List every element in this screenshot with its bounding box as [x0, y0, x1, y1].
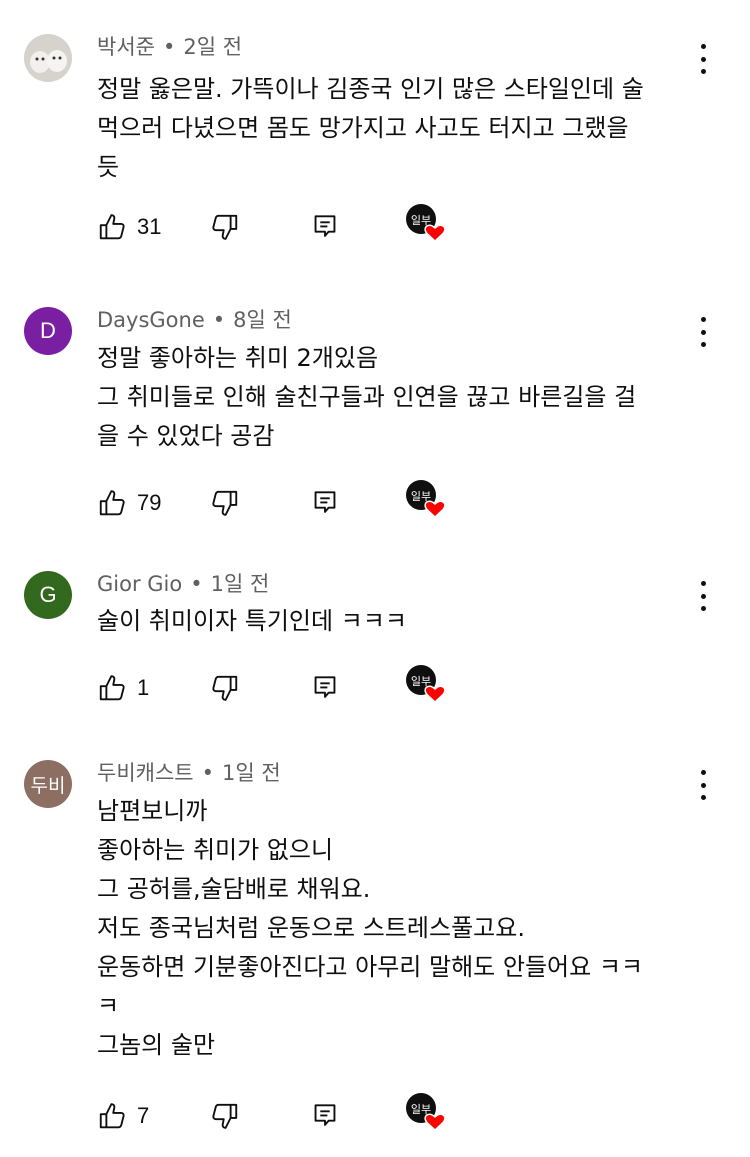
- separator: •: [201, 761, 214, 785]
- timestamp[interactable]: 8일 전: [233, 308, 292, 332]
- reply-button[interactable]: [312, 209, 338, 245]
- like-count: 31: [137, 214, 162, 239]
- reply-icon: [314, 1104, 336, 1126]
- heart-icon: [424, 685, 446, 704]
- thumbs-down-icon: [212, 214, 238, 240]
- reply-button[interactable]: [312, 485, 338, 521]
- author-name[interactable]: DaysGone: [97, 308, 205, 332]
- timestamp[interactable]: 1일 전: [222, 761, 281, 785]
- timestamp[interactable]: 1일 전: [211, 572, 270, 596]
- timestamp[interactable]: 2일 전: [183, 35, 242, 59]
- comment-actions: 1 일부: [97, 665, 457, 706]
- dislike-button[interactable]: [210, 209, 240, 245]
- like-count: 7: [137, 1103, 150, 1128]
- comment-text: 술이 취미이자 특기인데 ㅋㅋㅋ: [97, 607, 407, 635]
- thumbs-up-icon: [99, 490, 125, 516]
- more-vert-icon[interactable]: [690, 317, 716, 347]
- creator-heart-badge: 일부: [405, 204, 447, 243]
- like-button[interactable]: 31: [97, 209, 161, 245]
- avatar-letter: D: [40, 318, 56, 343]
- like-button[interactable]: 7: [97, 1098, 149, 1134]
- comment-actions: 31 일부: [97, 204, 457, 245]
- comment-meta: DaysGone • 8일 전: [97, 305, 292, 335]
- creator-heart-badge: 일부: [405, 665, 447, 704]
- separator: •: [162, 35, 176, 59]
- creator-heart-badge: 일부: [405, 1093, 447, 1132]
- thumbs-up-icon: [99, 214, 125, 240]
- thumbs-up-icon: [99, 1103, 125, 1129]
- separator: •: [190, 572, 203, 596]
- heart-icon: [424, 500, 446, 519]
- heart-icon: [424, 1113, 446, 1132]
- comment-meta: Gior Gio • 1일 전: [97, 569, 269, 599]
- like-button[interactable]: 1: [97, 670, 149, 706]
- separator: •: [212, 308, 226, 332]
- comment-text: 정말 좋아하는 취미 2개있음 그 취미들로 인해 술친구들과 인연을 끊고 바…: [97, 344, 637, 450]
- comment-actions: 7 일부: [97, 1093, 457, 1134]
- comment-meta: 두비캐스트 • 1일 전: [97, 758, 281, 788]
- more-vert-icon[interactable]: [690, 581, 716, 611]
- creator-heart-badge: 일부: [405, 480, 447, 519]
- avatar[interactable]: 두비: [24, 760, 72, 808]
- like-count: 79: [137, 490, 162, 515]
- author-name[interactable]: Gior Gio: [97, 572, 182, 596]
- avatar-photo: [24, 34, 72, 82]
- thumbs-down-icon: [212, 490, 238, 516]
- avatar-letter: G: [39, 582, 57, 607]
- thumbs-up-icon: [99, 675, 125, 701]
- thumbs-down-icon: [212, 675, 238, 701]
- thumbs-down-icon: [212, 1103, 238, 1129]
- comment-text: 정말 옳은말. 가뜩이나 김종국 인기 많은 스타일인데 술 먹으러 다녔으면 …: [97, 75, 644, 181]
- avatar[interactable]: [24, 34, 72, 82]
- dislike-button[interactable]: [210, 670, 240, 706]
- reply-button[interactable]: [312, 1098, 338, 1134]
- author-name[interactable]: 박서준: [97, 35, 155, 59]
- reply-icon: [314, 491, 336, 513]
- author-name[interactable]: 두비캐스트: [97, 761, 194, 785]
- comment-actions: 79 일부: [97, 480, 457, 521]
- reply-button[interactable]: [312, 670, 338, 706]
- like-count: 1: [137, 675, 150, 700]
- avatar[interactable]: G: [24, 571, 72, 619]
- more-vert-icon[interactable]: [690, 770, 716, 800]
- dislike-button[interactable]: [210, 485, 240, 521]
- reply-icon: [314, 676, 336, 698]
- dislike-button[interactable]: [210, 1098, 240, 1134]
- avatar[interactable]: D: [24, 307, 72, 355]
- avatar-letter: 두비: [30, 775, 66, 797]
- reply-icon: [314, 215, 336, 237]
- comment-text: 남편보니까 좋아하는 취미가 없으니 그 공허를,술담배로 채워요. 저도 종국…: [97, 797, 643, 1059]
- heart-icon: [424, 224, 446, 243]
- like-button[interactable]: 79: [97, 485, 161, 521]
- comment-meta: 박서준 • 2일 전: [97, 32, 242, 62]
- more-vert-icon[interactable]: [690, 44, 716, 74]
